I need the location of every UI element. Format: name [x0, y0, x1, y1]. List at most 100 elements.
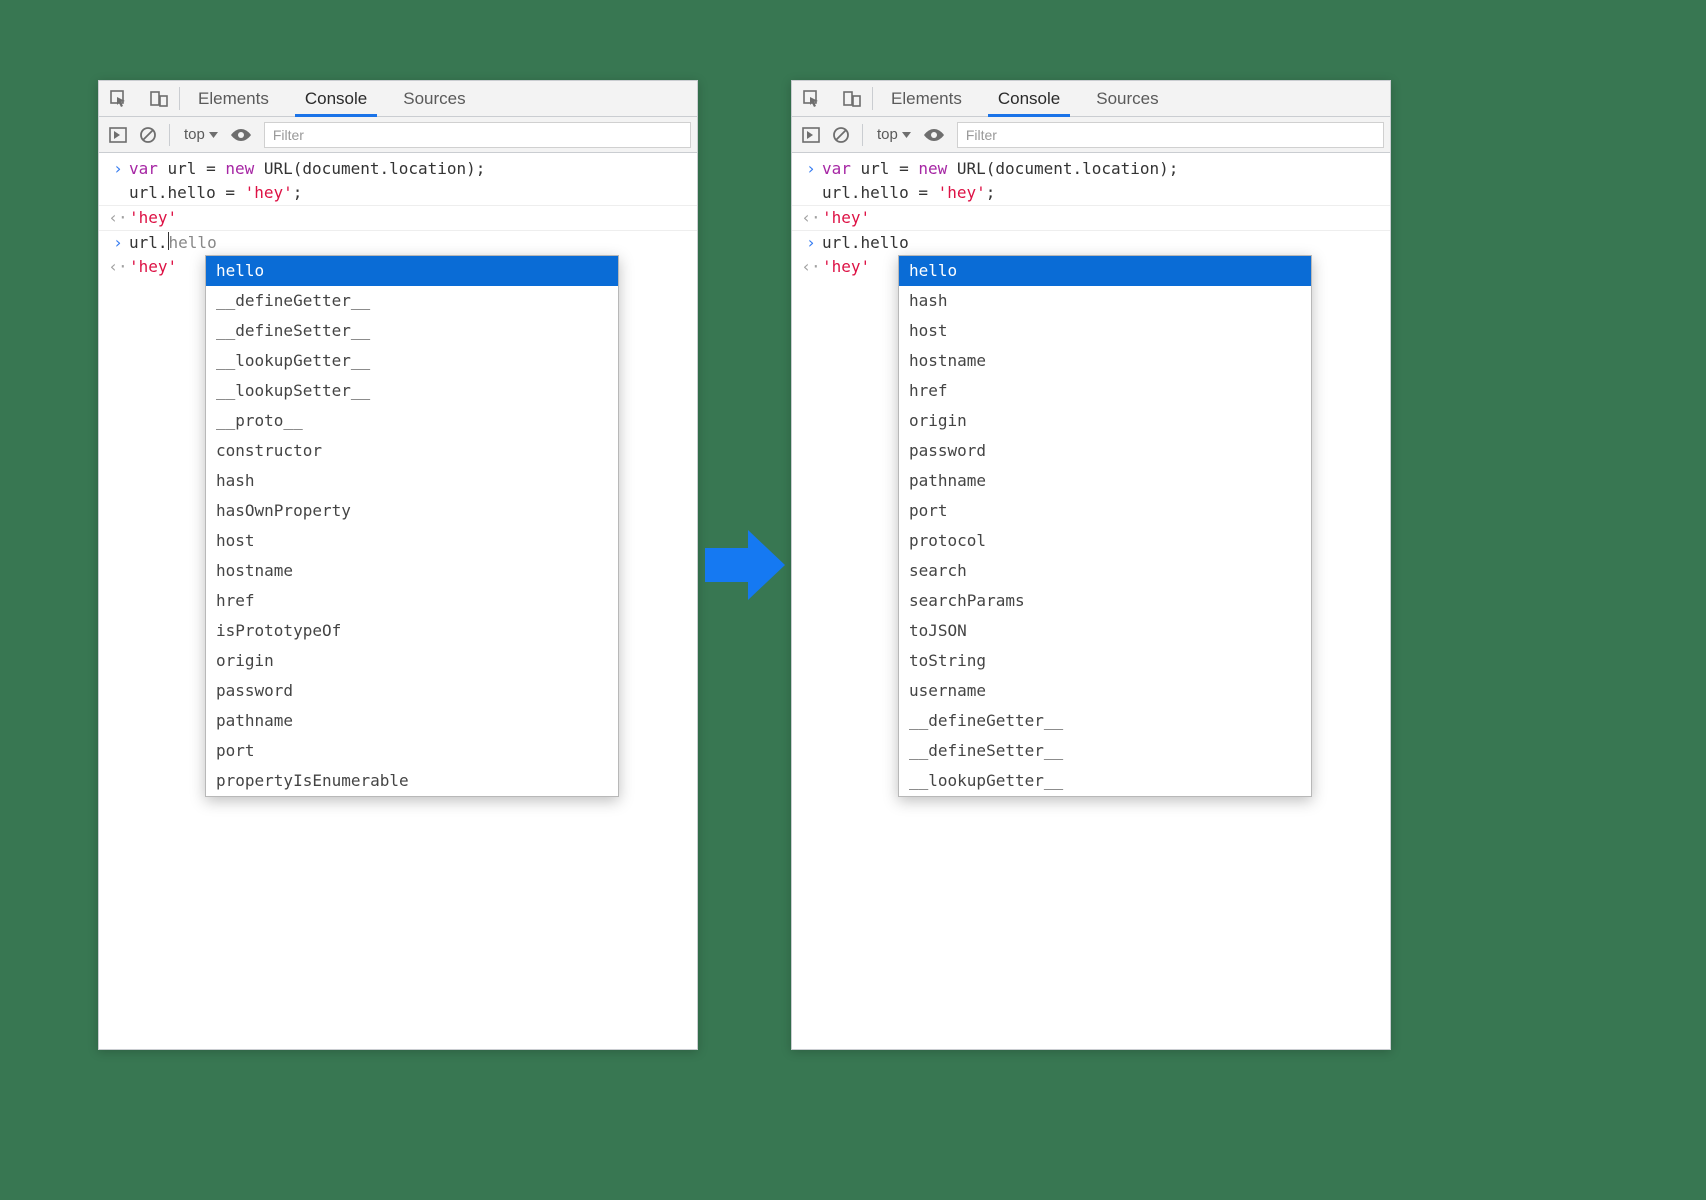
- console-input-row: url.hello = 'hey';: [99, 181, 697, 205]
- tab-sources[interactable]: Sources: [385, 81, 483, 116]
- code-line: var url = new URL(document.location);: [129, 157, 689, 181]
- code-line: url.hello = 'hey';: [822, 181, 1382, 205]
- autocomplete-item[interactable]: hasOwnProperty: [206, 496, 618, 526]
- filter-input[interactable]: Filter: [957, 122, 1384, 148]
- inspect-icon[interactable]: [99, 81, 139, 116]
- autocomplete-item[interactable]: href: [206, 586, 618, 616]
- console-input-row: › var url = new URL(document.location);: [99, 157, 697, 181]
- autocomplete-item[interactable]: propertyIsEnumerable: [206, 766, 618, 796]
- output-chevron-icon: ‹·: [107, 206, 129, 230]
- input-chevron-icon: ›: [800, 231, 822, 255]
- autocomplete-item[interactable]: __defineGetter__: [899, 706, 1311, 736]
- autocomplete-item[interactable]: password: [899, 436, 1311, 466]
- console-output-row: ‹· 'hey': [792, 205, 1390, 231]
- tab-console[interactable]: Console: [287, 81, 385, 116]
- autocomplete-item[interactable]: __defineSetter__: [899, 736, 1311, 766]
- filter-input[interactable]: Filter: [264, 122, 691, 148]
- input-chevron-icon: ›: [107, 231, 129, 255]
- console-input-row: url.hello = 'hey';: [792, 181, 1390, 205]
- autocomplete-item[interactable]: toString: [899, 646, 1311, 676]
- autocomplete-item[interactable]: constructor: [206, 436, 618, 466]
- autocomplete-item[interactable]: hostname: [206, 556, 618, 586]
- transition-arrow-icon: [700, 520, 790, 610]
- sidebar-toggle-icon[interactable]: [105, 122, 131, 148]
- output-chevron-icon: ‹·: [800, 206, 822, 230]
- inspect-icon[interactable]: [792, 81, 832, 116]
- tab-console[interactable]: Console: [980, 81, 1078, 116]
- context-selector[interactable]: top: [871, 124, 917, 145]
- separator: [169, 124, 170, 146]
- autocomplete-item[interactable]: pathname: [899, 466, 1311, 496]
- code-line: url.hello = 'hey';: [129, 181, 689, 205]
- output-value: 'hey': [129, 206, 689, 230]
- input-chevron-icon: ›: [107, 157, 129, 181]
- autocomplete-item[interactable]: hash: [899, 286, 1311, 316]
- autocomplete-item[interactable]: host: [206, 526, 618, 556]
- sidebar-toggle-icon[interactable]: [798, 122, 824, 148]
- console-prompt-row[interactable]: › url.hello: [99, 231, 697, 255]
- autocomplete-item[interactable]: port: [899, 496, 1311, 526]
- autocomplete-list-left[interactable]: hello__defineGetter____defineSetter____l…: [206, 256, 618, 796]
- tab-strip: Elements Console Sources: [792, 81, 1390, 117]
- autocomplete-item[interactable]: href: [899, 376, 1311, 406]
- autocomplete-popup: hellohashhosthostnamehreforiginpasswordp…: [898, 255, 1312, 797]
- autocomplete-item[interactable]: password: [206, 676, 618, 706]
- eye-icon[interactable]: [228, 122, 254, 148]
- context-label: top: [877, 126, 898, 143]
- console-toolbar: top Filter: [792, 117, 1390, 153]
- autocomplete-item[interactable]: username: [899, 676, 1311, 706]
- autocomplete-item[interactable]: hello: [206, 256, 618, 286]
- chevron-down-icon: [209, 132, 218, 138]
- autocomplete-item[interactable]: port: [206, 736, 618, 766]
- tab-elements[interactable]: Elements: [873, 81, 980, 116]
- context-selector[interactable]: top: [178, 124, 224, 145]
- gutter-blank: [107, 181, 129, 205]
- autocomplete-item[interactable]: __lookupSetter__: [206, 376, 618, 406]
- autocomplete-item[interactable]: hash: [206, 466, 618, 496]
- autocomplete-item[interactable]: __defineSetter__: [206, 316, 618, 346]
- console-prompt-row[interactable]: › url.hello: [792, 231, 1390, 255]
- chevron-down-icon: [902, 132, 911, 138]
- autocomplete-item[interactable]: pathname: [206, 706, 618, 736]
- context-label: top: [184, 126, 205, 143]
- prompt-text[interactable]: url.hello: [822, 231, 1382, 255]
- autocomplete-popup: hello__defineGetter____defineSetter____l…: [205, 255, 619, 797]
- clear-console-icon[interactable]: [135, 122, 161, 148]
- eye-icon[interactable]: [921, 122, 947, 148]
- device-mode-icon[interactable]: [832, 81, 872, 116]
- autocomplete-item[interactable]: searchParams: [899, 586, 1311, 616]
- tab-sources[interactable]: Sources: [1078, 81, 1176, 116]
- device-mode-icon[interactable]: [139, 81, 179, 116]
- filter-placeholder: Filter: [273, 127, 304, 143]
- autocomplete-item[interactable]: hello: [899, 256, 1311, 286]
- console-output-row: ‹· 'hey': [99, 205, 697, 231]
- devtools-panel-right: Elements Console Sources top Filter › va…: [791, 80, 1391, 1050]
- console-body: › var url = new URL(document.location); …: [792, 153, 1390, 283]
- filter-placeholder: Filter: [966, 127, 997, 143]
- autocomplete-item[interactable]: __defineGetter__: [206, 286, 618, 316]
- autocomplete-item[interactable]: origin: [899, 406, 1311, 436]
- console-toolbar: top Filter: [99, 117, 697, 153]
- autocomplete-item[interactable]: protocol: [899, 526, 1311, 556]
- autocomplete-item[interactable]: isPrototypeOf: [206, 616, 618, 646]
- autocomplete-item[interactable]: __lookupGetter__: [206, 346, 618, 376]
- autocomplete-item[interactable]: __proto__: [206, 406, 618, 436]
- prompt-text[interactable]: url.hello: [129, 231, 689, 255]
- autocomplete-item[interactable]: __lookupGetter__: [899, 766, 1311, 796]
- tab-elements[interactable]: Elements: [180, 81, 287, 116]
- console-input-row: › var url = new URL(document.location);: [792, 157, 1390, 181]
- clear-console-icon[interactable]: [828, 122, 854, 148]
- autocomplete-item[interactable]: hostname: [899, 346, 1311, 376]
- output-chevron-icon: ‹·: [107, 255, 129, 279]
- autocomplete-item[interactable]: origin: [206, 646, 618, 676]
- autocomplete-item[interactable]: search: [899, 556, 1311, 586]
- output-chevron-icon: ‹·: [800, 255, 822, 279]
- input-chevron-icon: ›: [800, 157, 822, 181]
- gutter-blank: [800, 181, 822, 205]
- devtools-panel-left: Elements Console Sources top Filter › va…: [98, 80, 698, 1050]
- autocomplete-item[interactable]: host: [899, 316, 1311, 346]
- tab-strip: Elements Console Sources: [99, 81, 697, 117]
- autocomplete-item[interactable]: toJSON: [899, 616, 1311, 646]
- separator: [862, 124, 863, 146]
- autocomplete-list-right[interactable]: hellohashhosthostnamehreforiginpasswordp…: [899, 256, 1311, 796]
